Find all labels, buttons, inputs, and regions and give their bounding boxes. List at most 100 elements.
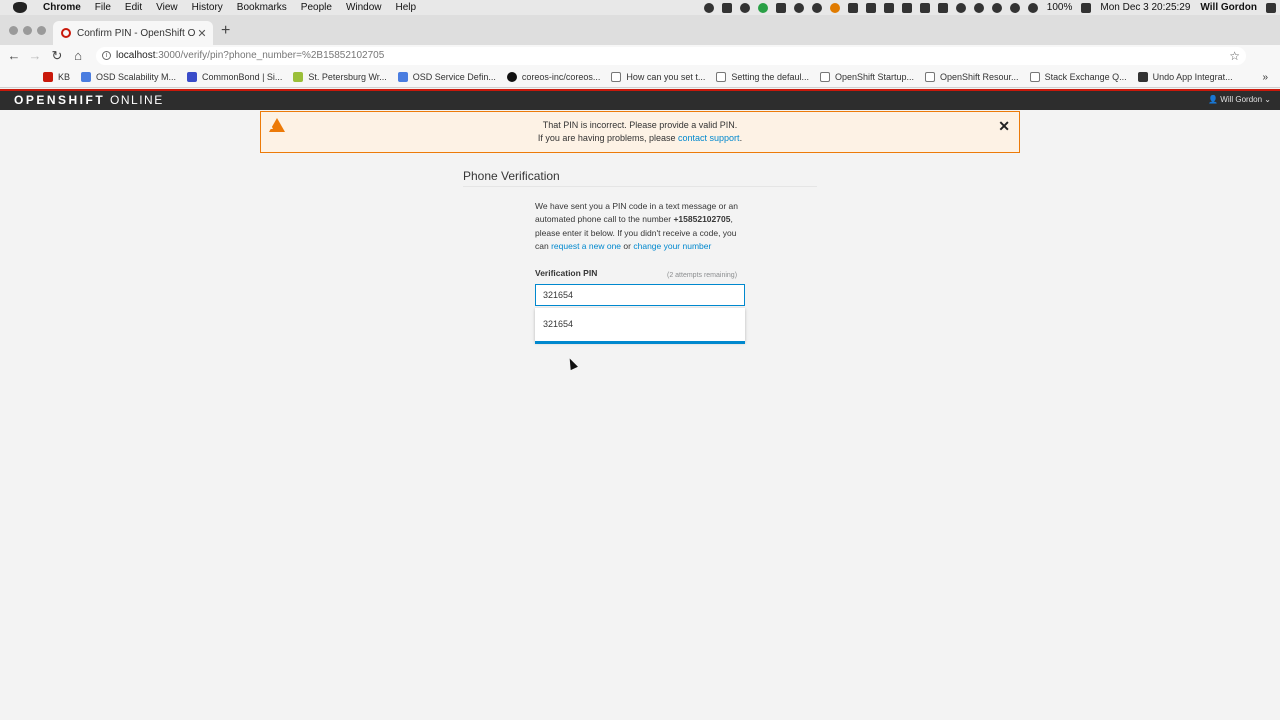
menu-window[interactable]: Window xyxy=(339,0,389,15)
url-path: :3000/verify/pin?phone_number=%2B1585210… xyxy=(155,50,385,61)
bookmark-item[interactable]: Undo App Integrat... xyxy=(1137,72,1233,82)
bookmark-star-icon[interactable]: ☆ xyxy=(1229,47,1240,65)
bookmark-item[interactable]: OpenShift Resour... xyxy=(925,72,1019,82)
pin-input[interactable] xyxy=(535,284,745,306)
instructions-text: We have sent you a PIN code in a text me… xyxy=(535,200,747,253)
openshift-header: OPENSHIFT ONLINE 👤 Will Gordon ⌄ xyxy=(0,89,1280,110)
error-alert: That PIN is incorrect. Please provide a … xyxy=(260,111,1020,153)
drive-icon[interactable] xyxy=(901,2,912,13)
bookmark-item[interactable]: Stack Exchange Q... xyxy=(1029,72,1127,82)
bookmark-item[interactable]: Setting the defaul... xyxy=(716,72,809,82)
home-icon[interactable]: ⌂ xyxy=(70,48,86,64)
openshift-favicon-icon xyxy=(61,28,71,38)
minimize-window-button[interactable] xyxy=(23,26,32,35)
instructions-or: or xyxy=(623,240,631,251)
bookmark-item[interactable]: St. Petersburg Wr... xyxy=(293,72,387,82)
app-status-icon[interactable] xyxy=(757,2,768,13)
page-title: Phone Verification xyxy=(463,169,817,187)
more-bookmarks-icon[interactable]: » xyxy=(1262,72,1268,83)
tab-title: Confirm PIN - OpenShift Online xyxy=(77,27,195,39)
bookmark-item[interactable]: coreos-inc/coreos... xyxy=(506,72,601,82)
menu-edit[interactable]: Edit xyxy=(118,0,149,15)
record-icon[interactable] xyxy=(703,2,714,13)
github-icon xyxy=(506,72,517,82)
bookmark-item[interactable]: CommonBond | Si... xyxy=(187,72,282,82)
reload-icon[interactable]: ↻ xyxy=(49,48,65,64)
bookmarks-bar: KB OSD Scalability M... CommonBond | Si.… xyxy=(0,67,1280,88)
logo-light-text: ONLINE xyxy=(110,93,164,107)
alert-help-line: If you are having problems, please conta… xyxy=(261,133,1019,143)
menu-history[interactable]: History xyxy=(185,0,230,15)
bookmark-favicon-icon xyxy=(43,72,53,82)
phone-number: +15852102705 xyxy=(673,214,731,225)
close-window-button[interactable] xyxy=(9,26,18,35)
bookmark-item[interactable]: OSD Service Defin... xyxy=(397,72,496,82)
dropbox-icon[interactable] xyxy=(721,2,732,13)
bookmark-item[interactable]: How can you set t... xyxy=(611,72,705,82)
menu-help[interactable]: Help xyxy=(389,0,424,15)
display-icon[interactable] xyxy=(937,2,948,13)
menu-people[interactable]: People xyxy=(294,0,339,15)
eye-icon[interactable] xyxy=(991,2,1002,13)
asterisk-icon[interactable] xyxy=(883,2,894,13)
bluetooth-icon[interactable] xyxy=(865,2,876,13)
page-icon xyxy=(819,72,830,82)
accessibility-icon[interactable] xyxy=(739,2,750,13)
bookmark-label: How can you set t... xyxy=(626,72,706,82)
menu-app-name[interactable]: Chrome xyxy=(36,0,88,15)
close-alert-icon[interactable]: ✕ xyxy=(998,118,1010,135)
attempts-remaining: (2 attempts remaining) xyxy=(667,272,738,279)
bookmark-label: CommonBond | Si... xyxy=(202,72,283,82)
openshift-logo[interactable]: OPENSHIFT ONLINE xyxy=(14,93,164,107)
search-icon[interactable] xyxy=(1027,2,1038,13)
back-arrow-icon[interactable]: ← xyxy=(6,48,22,64)
bookmark-label: OSD Scalability M... xyxy=(96,72,177,82)
bookmark-favicon-icon xyxy=(293,72,304,82)
cloud-upload-icon[interactable] xyxy=(955,2,966,13)
screen-icon[interactable] xyxy=(919,2,930,13)
sync-icon[interactable] xyxy=(811,2,822,13)
page-icon xyxy=(611,72,622,82)
list-icon[interactable] xyxy=(1266,2,1276,13)
timer-icon[interactable] xyxy=(829,2,840,13)
menu-view[interactable]: View xyxy=(149,0,185,15)
change-number-link[interactable]: change your number xyxy=(633,241,711,251)
maximize-window-button[interactable] xyxy=(37,26,46,35)
bookmark-favicon-icon xyxy=(187,72,198,82)
mouse-cursor-icon xyxy=(566,356,578,371)
time-machine-icon[interactable] xyxy=(1009,2,1020,13)
wifi-icon[interactable] xyxy=(793,2,804,13)
menu-bookmarks[interactable]: Bookmarks xyxy=(230,0,294,15)
browser-tab-strip: Confirm PIN - OpenShift Online ✕ + xyxy=(0,15,1280,45)
shield-icon[interactable] xyxy=(775,2,786,13)
info-icon[interactable]: i xyxy=(102,51,111,60)
request-new-pin-link[interactable]: request a new one xyxy=(551,241,621,251)
url-host: localhost xyxy=(116,50,156,61)
battery-percent: 100% xyxy=(1046,2,1073,13)
bracket-icon[interactable] xyxy=(847,2,858,13)
address-bar[interactable]: i localhost:3000/verify/pin?phone_number… xyxy=(96,47,1246,65)
contact-support-link[interactable]: contact support xyxy=(678,133,740,143)
bookmark-item[interactable]: OpenShift Startup... xyxy=(819,72,914,82)
apple-icon[interactable] xyxy=(13,2,27,13)
clock[interactable]: Mon Dec 3 20:25:29 xyxy=(1095,2,1195,13)
new-tab-button[interactable]: + xyxy=(221,22,230,40)
bookmark-label: Stack Exchange Q... xyxy=(1044,72,1127,82)
close-tab-icon[interactable]: ✕ xyxy=(195,27,209,40)
zendesk-icon xyxy=(1137,72,1148,82)
bookmark-label: coreos-inc/coreos... xyxy=(521,72,601,82)
bookmark-item[interactable]: KB xyxy=(43,72,70,82)
user-menu[interactable]: 👤 Will Gordon ⌄ xyxy=(1208,95,1271,104)
macos-menu-bar: Chrome File Edit View History Bookmarks … xyxy=(0,0,1280,15)
cloud-download-icon[interactable] xyxy=(973,2,984,13)
bookmark-item[interactable]: OSD Scalability M... xyxy=(81,72,176,82)
menu-file[interactable]: File xyxy=(88,0,118,15)
forward-arrow-icon[interactable]: → xyxy=(27,48,43,64)
battery-icon[interactable] xyxy=(1081,2,1092,13)
browser-tab[interactable]: Confirm PIN - OpenShift Online ✕ xyxy=(53,21,213,45)
bookmark-favicon-icon xyxy=(397,72,408,82)
bookmark-label: OSD Service Defin... xyxy=(412,72,496,82)
menu-user-name[interactable]: Will Gordon xyxy=(1195,2,1262,13)
autocomplete-option[interactable]: 321654 xyxy=(535,308,745,340)
submit-button[interactable] xyxy=(535,341,745,344)
